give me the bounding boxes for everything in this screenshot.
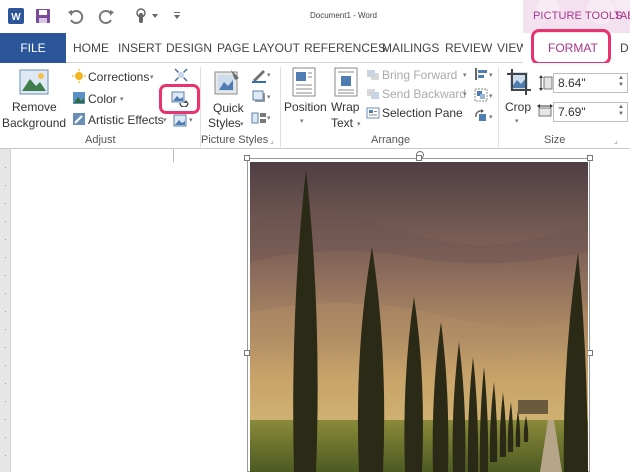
crop-button[interactable]: Crop <box>505 100 531 114</box>
picture-effects-icon[interactable] <box>250 89 268 105</box>
align-dropdown-icon[interactable]: ▾ <box>489 71 493 79</box>
crop-icon[interactable] <box>505 67 533 97</box>
position-button[interactable]: Position <box>284 100 327 114</box>
shape-width-input[interactable]: 7.69" <box>553 102 628 122</box>
undo-icon[interactable] <box>64 5 86 27</box>
tab-review[interactable]: REVIEW <box>445 41 492 55</box>
color-dropdown-icon[interactable]: ▾ <box>120 95 124 103</box>
resize-handle-top-left[interactable] <box>244 155 250 161</box>
tab-file[interactable]: FILE <box>0 33 66 63</box>
save-icon[interactable] <box>32 5 54 27</box>
selection-pane-button[interactable]: Selection Pane <box>382 106 463 120</box>
shape-width-icon <box>537 103 553 119</box>
wrap-text-dropdown-icon[interactable]: ▾ <box>357 120 361 128</box>
quick-styles-button[interactable]: Styles <box>208 116 241 130</box>
picture-tools-label: PICTURE TOOLS <box>533 10 623 22</box>
picture-styles-group-label: Picture Styles <box>201 134 269 146</box>
compress-pictures-icon[interactable] <box>172 67 190 83</box>
group-dropdown-icon[interactable]: ▾ <box>489 92 493 100</box>
size-group-label: Size <box>544 134 566 146</box>
adjust-group-label: Adjust <box>85 134 116 146</box>
group-separator <box>280 67 281 147</box>
vertical-ruler <box>0 149 11 472</box>
artistic-effects-button[interactable]: Artistic Effects <box>88 113 164 127</box>
word-window: W Document1 - Word PICTURE TOOLS TAB FIL… <box>0 0 630 472</box>
bring-forward-icon[interactable] <box>365 68 381 81</box>
send-backward-dropdown-icon[interactable]: ▾ <box>463 90 467 98</box>
table-tools-label-partial: TAB <box>614 10 630 22</box>
align-icon[interactable] <box>473 67 489 81</box>
touch-mode-icon[interactable] <box>130 5 152 27</box>
format-tab-highlight <box>531 29 611 65</box>
svg-text:W: W <box>11 12 21 23</box>
position-dropdown-icon[interactable]: ▾ <box>300 117 304 125</box>
tab-references[interactable]: REFERENCES <box>304 41 386 55</box>
customize-qat-icon[interactable] <box>166 5 188 27</box>
reset-picture-icon[interactable] <box>172 113 190 127</box>
tab-home[interactable]: HOME <box>73 41 109 55</box>
send-backward-icon[interactable] <box>365 87 381 100</box>
redo-icon[interactable] <box>96 5 118 27</box>
wrap-text-button[interactable]: Text <box>331 116 353 130</box>
margin-corner-mark <box>173 149 174 162</box>
rotate-icon[interactable] <box>473 109 489 123</box>
quick-styles-label-line1[interactable]: Quick <box>213 101 244 115</box>
change-picture-highlight <box>159 84 200 114</box>
tab-page-layout[interactable]: PAGE LAYOUT <box>217 41 300 55</box>
quick-styles-icon[interactable] <box>212 67 242 99</box>
size-launcher-icon[interactable]: ⌟ <box>614 136 618 145</box>
picture-layout-dropdown-icon[interactable]: ▾ <box>267 114 271 122</box>
picture-border-icon[interactable] <box>250 67 268 83</box>
corrections-dropdown-icon[interactable]: ▾ <box>150 73 154 81</box>
shape-height-input[interactable]: 8.64" <box>553 73 628 93</box>
color-button[interactable]: Color <box>88 92 117 106</box>
shape-height-icon <box>538 75 554 91</box>
wrap-text-label-line1[interactable]: Wrap <box>331 100 359 114</box>
rotate-dropdown-icon[interactable]: ▾ <box>489 113 493 121</box>
tab-insert[interactable]: INSERT <box>118 41 162 55</box>
reset-picture-dropdown-icon[interactable]: ▾ <box>189 116 193 124</box>
picture-effects-dropdown-icon[interactable]: ▾ <box>267 93 271 101</box>
picture-layout-icon[interactable] <box>250 110 268 126</box>
remove-background-icon[interactable] <box>18 68 50 96</box>
document-title: Document1 - Word <box>310 11 377 20</box>
position-icon[interactable] <box>290 67 318 97</box>
shape-width-spinner[interactable]: ▲ ▼ <box>618 104 624 118</box>
wrap-text-icon[interactable] <box>333 67 359 97</box>
group-separator <box>498 67 499 147</box>
corrections-button[interactable]: Corrections <box>88 70 149 84</box>
artistic-effects-dropdown-icon[interactable]: ▾ <box>163 116 167 124</box>
remove-background-label-line1[interactable]: Remove <box>12 100 57 114</box>
resize-handle-top[interactable] <box>416 155 422 161</box>
cypress-trees-photo[interactable] <box>250 162 588 472</box>
tab-design-partial[interactable]: D <box>620 41 629 55</box>
word-app-icon[interactable]: W <box>5 5 27 27</box>
tab-mailings[interactable]: MAILINGS <box>382 41 439 55</box>
picture-border-dropdown-icon[interactable]: ▾ <box>267 71 271 79</box>
send-backward-button[interactable]: Send Backward <box>382 87 466 101</box>
tab-design[interactable]: DESIGN <box>166 41 212 55</box>
quick-styles-dropdown-icon[interactable]: ▾ <box>240 120 244 128</box>
touch-dropdown-icon[interactable] <box>150 5 160 27</box>
color-icon[interactable] <box>71 91 87 105</box>
group-icon[interactable] <box>473 88 489 102</box>
crop-dropdown-icon[interactable]: ▾ <box>515 117 519 125</box>
picture-styles-launcher-icon[interactable]: ⌟ <box>270 136 274 145</box>
resize-handle-top-right[interactable] <box>587 155 593 161</box>
remove-background-button[interactable]: Background <box>2 116 66 130</box>
bring-forward-dropdown-icon[interactable]: ▾ <box>463 71 467 79</box>
bring-forward-button[interactable]: Bring Forward <box>382 68 457 82</box>
shape-height-spinner[interactable]: ▲ ▼ <box>618 75 624 89</box>
selection-pane-icon[interactable] <box>365 106 381 119</box>
artistic-effects-icon[interactable] <box>71 112 87 126</box>
corrections-icon[interactable] <box>71 69 87 83</box>
arrange-group-label: Arrange <box>371 134 411 146</box>
